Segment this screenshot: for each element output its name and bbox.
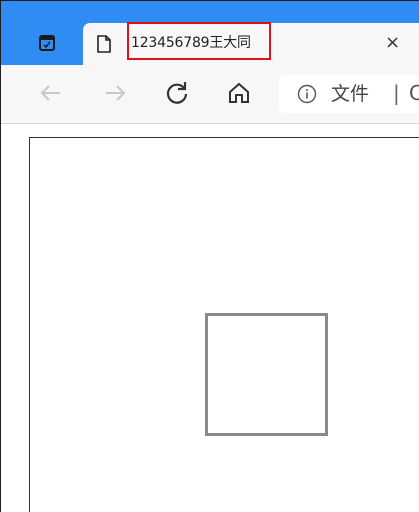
arrow-left-icon [40,85,60,101]
home-icon [229,82,249,103]
forward-button[interactable] [101,79,129,107]
arrow-right-icon [106,85,126,101]
address-url-fragment: C [409,82,419,104]
back-button[interactable] [37,79,65,107]
page-content [29,137,419,512]
navigation-toolbar: 文件 | C [1,65,419,124]
browser-window: 123456789王大同 × 文件 | [0,0,419,512]
tab-title: 123456789王大同 [131,35,251,51]
page-icon [97,35,111,53]
reload-icon [166,82,188,104]
address-scheme-label: 文件 [331,83,370,105]
address-separator: | [393,81,400,105]
address-bar[interactable]: 文件 | C [279,75,419,113]
info-icon[interactable] [297,84,317,104]
square-box [205,313,328,436]
active-tab[interactable]: 123456789王大同 × [83,22,419,65]
close-tab-button[interactable]: × [385,33,400,53]
tab-strip: 123456789王大同 × [1,1,419,65]
home-button[interactable] [225,79,253,107]
tab-actions-icon[interactable] [39,35,55,51]
reload-button[interactable] [163,79,191,107]
